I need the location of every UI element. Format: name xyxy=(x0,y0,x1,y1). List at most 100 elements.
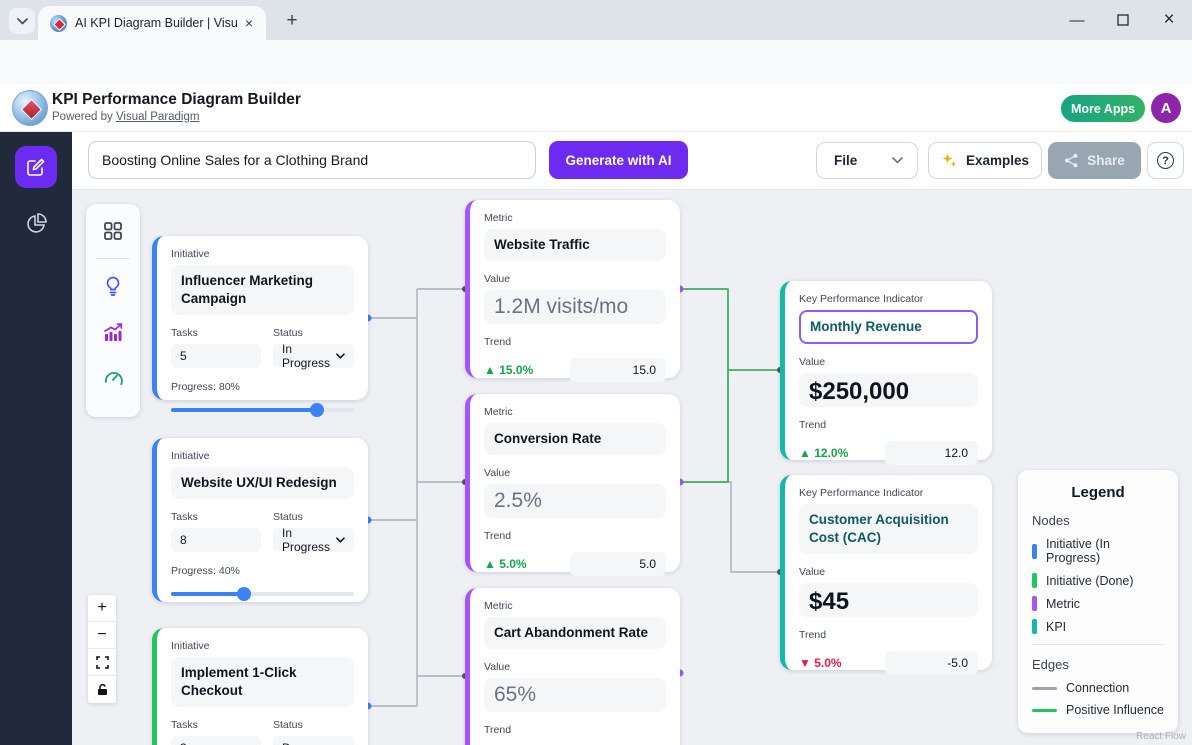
palette-metric-tool[interactable] xyxy=(100,319,126,345)
status-select[interactable]: In Progress xyxy=(273,528,354,552)
trend-indicator: ▼ 5.0% xyxy=(799,656,885,670)
status-value: Done xyxy=(282,741,311,745)
trend-label: Trend xyxy=(484,724,666,736)
window-close-button[interactable]: × xyxy=(1146,0,1192,40)
node-type-label: Initiative xyxy=(171,450,354,462)
generate-with-ai-button[interactable]: Generate with AI xyxy=(549,141,688,179)
metric-value-input[interactable]: 65% xyxy=(484,678,666,712)
legend-item: Initiative (In Progress) xyxy=(1032,537,1164,565)
palette-initiative-tool[interactable] xyxy=(100,273,126,299)
initiative-title-input[interactable]: Website UX/UI Redesign xyxy=(171,467,354,499)
kpi-node-monthly-revenue[interactable]: Key Performance Indicator Monthly Revenu… xyxy=(780,281,992,460)
legend-panel: Legend Nodes Initiative (In Progress) In… xyxy=(1018,470,1178,733)
prompt-input[interactable]: Boosting Online Sales for a Clothing Bra… xyxy=(88,141,536,179)
share-button[interactable]: Share xyxy=(1048,142,1141,179)
legend-item-label: Initiative (In Progress) xyxy=(1046,537,1164,565)
canvas-controls: + − xyxy=(88,595,116,703)
trend-value-input[interactable]: 15.0 xyxy=(570,358,666,382)
trend-percent: 5.0% xyxy=(814,656,841,670)
slider-thumb[interactable] xyxy=(237,587,251,601)
fit-view-icon xyxy=(96,656,109,669)
status-value: In Progress xyxy=(282,526,336,554)
visual-paradigm-link[interactable]: Visual Paradigm xyxy=(116,111,200,123)
status-select[interactable]: In Progress xyxy=(273,344,354,368)
trend-percent: 12.0% xyxy=(814,446,848,460)
user-avatar[interactable]: A xyxy=(1151,93,1181,123)
zoom-out-button[interactable]: − xyxy=(88,622,116,649)
progress-slider[interactable] xyxy=(171,408,354,412)
tasks-label: Tasks xyxy=(171,719,261,731)
metric-title-input[interactable]: Cart Abandonment Rate xyxy=(484,617,666,649)
status-select[interactable]: Done xyxy=(273,736,354,745)
edge-positive-influence[interactable] xyxy=(680,289,728,482)
node-palette xyxy=(86,204,140,417)
metric-node-conversion-rate[interactable]: Metric Conversion Rate Value 2.5% Trend … xyxy=(465,394,680,572)
metric-title-input[interactable]: Website Traffic xyxy=(484,229,666,261)
legend-item-label: Positive Influence xyxy=(1066,703,1164,717)
tasks-input[interactable]: 5 xyxy=(171,344,261,368)
value-label: Value xyxy=(799,566,978,578)
trend-label: Trend xyxy=(484,530,666,542)
kpi-value-input[interactable]: $45 xyxy=(799,583,978,617)
file-menu-button[interactable]: File xyxy=(816,142,918,179)
progress-label: Progress: 80% xyxy=(171,381,354,393)
value-label: Value xyxy=(484,661,666,673)
node-type-label: Metric xyxy=(484,600,666,612)
trend-indicator: ▲ 15.0% xyxy=(484,363,570,377)
examples-button[interactable]: Examples xyxy=(928,142,1042,179)
window-maximize-button[interactable] xyxy=(1100,0,1146,40)
more-apps-button[interactable]: More Apps xyxy=(1061,95,1145,122)
status-label: Status xyxy=(273,327,354,339)
edge-connection[interactable] xyxy=(680,482,780,572)
kpi-node-cac[interactable]: Key Performance Indicator Customer Acqui… xyxy=(780,475,992,670)
trend-value-input[interactable]: 5.0 xyxy=(570,552,666,576)
palette-kpi-tool[interactable] xyxy=(100,365,126,391)
diagram-canvas[interactable]: Initiative Influencer Marketing Campaign… xyxy=(72,190,1192,745)
metric-value-input[interactable]: 1.2M visits/mo xyxy=(484,290,666,324)
kpi-value-input[interactable]: $250,000 xyxy=(799,373,978,407)
progress-slider[interactable] xyxy=(171,592,354,596)
legend-item: Metric xyxy=(1032,596,1164,611)
node-type-label: Metric xyxy=(484,212,666,224)
tab-close-button[interactable]: × xyxy=(240,14,258,32)
kpi-title-input-focused[interactable]: Monthly Revenue xyxy=(799,310,978,344)
metric-title-input[interactable]: Conversion Rate xyxy=(484,423,666,455)
initiative-node-ux-redesign[interactable]: Initiative Website UX/UI Redesign Tasks … xyxy=(152,438,368,602)
powered-by-prefix: Powered by xyxy=(52,111,113,123)
sidebar-charts-button[interactable] xyxy=(24,212,48,236)
tasks-label: Tasks xyxy=(171,327,261,339)
tab-search-button[interactable] xyxy=(9,8,35,34)
trend-value-input[interactable]: 12.0 xyxy=(885,441,978,465)
initiative-title-input[interactable]: Implement 1-Click Checkout xyxy=(171,657,354,707)
legend-nodes-heading: Nodes xyxy=(1032,513,1164,528)
tasks-input[interactable]: 3 xyxy=(171,736,261,745)
zoom-in-button[interactable]: + xyxy=(88,595,116,622)
trend-value-input[interactable]: -5.0 xyxy=(885,651,978,675)
window-minimize-button[interactable]: — xyxy=(1054,0,1100,40)
legend-edges-heading: Edges xyxy=(1032,657,1164,672)
legend-swatch-kpi xyxy=(1032,619,1037,634)
status-value: In Progress xyxy=(282,342,336,370)
kpi-title-input[interactable]: Customer Acquisition Cost (CAC) xyxy=(799,504,978,554)
browser-tab[interactable]: AI KPI Diagram Builder | Visualiz × xyxy=(38,6,266,40)
initiative-title-input[interactable]: Influencer Marketing Campaign xyxy=(171,265,354,315)
tasks-input[interactable]: 8 xyxy=(171,528,261,552)
help-button[interactable]: ? xyxy=(1147,142,1184,179)
sidebar-editor-button[interactable] xyxy=(15,146,57,188)
lock-button[interactable] xyxy=(88,676,116,703)
share-label: Share xyxy=(1087,153,1125,168)
metric-node-website-traffic[interactable]: Metric Website Traffic Value 1.2M visits… xyxy=(465,200,680,378)
metric-node-cart-abandonment[interactable]: Metric Cart Abandonment Rate Value 65% T… xyxy=(465,588,680,745)
grid-icon xyxy=(102,220,124,242)
visual-paradigm-logo xyxy=(12,90,48,126)
palette-overview-button[interactable] xyxy=(100,218,126,244)
react-flow-attribution[interactable]: React Flow xyxy=(1136,731,1186,742)
initiative-node-one-click-checkout[interactable]: Initiative Implement 1-Click Checkout Ta… xyxy=(152,628,368,745)
pie-chart-icon xyxy=(24,212,48,236)
initiative-node-influencer-marketing[interactable]: Initiative Influencer Marketing Campaign… xyxy=(152,236,368,400)
new-tab-button[interactable]: + xyxy=(280,9,304,33)
visual-paradigm-favicon xyxy=(50,15,67,32)
fit-view-button[interactable] xyxy=(88,649,116,676)
metric-value-input[interactable]: 2.5% xyxy=(484,484,666,518)
tasks-label: Tasks xyxy=(171,511,261,523)
